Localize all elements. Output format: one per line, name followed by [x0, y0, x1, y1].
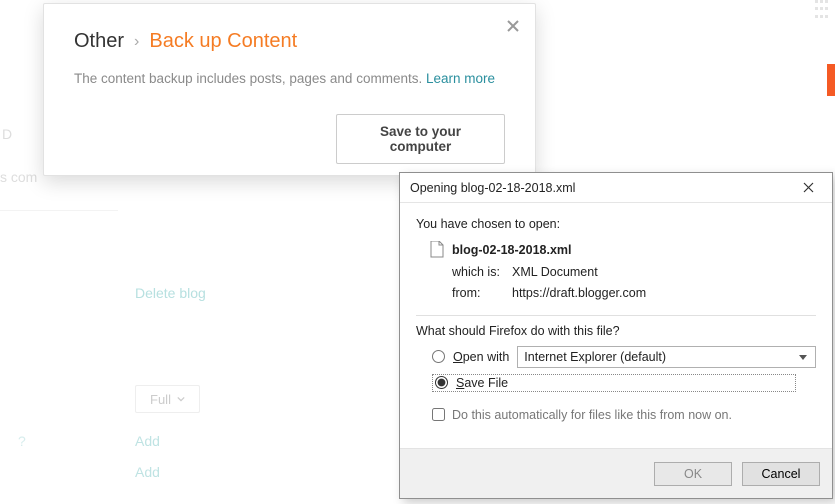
dialog-titlebar[interactable]: Opening blog-02-18-2018.xml [400, 173, 832, 203]
filename: blog-02-18-2018.xml [452, 243, 572, 257]
backup-content-modal: Other › Back up Content The content back… [43, 3, 536, 176]
save-file-label[interactable]: Save File [456, 376, 508, 390]
auto-checkbox[interactable] [432, 408, 445, 421]
full-label: Full [150, 392, 171, 407]
label-rest: pen with [463, 350, 510, 364]
file-icon [430, 241, 444, 258]
faded-text: s com [0, 169, 37, 185]
close-icon [506, 19, 520, 33]
open-with-label[interactable]: Open with [453, 350, 509, 364]
cancel-button[interactable]: Cancel [742, 462, 820, 486]
label-rest: ave File [464, 376, 508, 390]
auto-row: Do this automatically for files like thi… [432, 408, 816, 422]
dialog-footer: OK Cancel [400, 448, 832, 498]
description-text: The content backup includes posts, pages… [74, 71, 426, 86]
full-dropdown[interactable]: Full [135, 385, 200, 413]
breadcrumb-root: Other [74, 30, 124, 53]
ok-button[interactable]: OK [654, 462, 732, 486]
save-file-row: Save File [432, 374, 796, 392]
chosen-text: You have chosen to open: [416, 217, 816, 231]
divider [0, 210, 118, 211]
from-label: from: [452, 283, 512, 304]
action-question: What should Firefox do with this file? [416, 324, 816, 338]
faded-text: D [2, 126, 12, 142]
open-with-radio[interactable] [432, 350, 445, 363]
file-meta: which is:XML Document from:https://draft… [452, 262, 816, 305]
add-link[interactable]: Add [135, 433, 160, 449]
mnemonic: O [453, 350, 463, 364]
modal-description: The content backup includes posts, pages… [74, 71, 505, 86]
dialog-body: You have chosen to open: blog-02-18-2018… [400, 203, 832, 422]
divider [416, 315, 816, 316]
breadcrumb-leaf: Back up Content [149, 30, 297, 53]
action-options: Open with Internet Explorer (default) Sa… [432, 346, 816, 392]
open-with-row: Open with Internet Explorer (default) [432, 346, 816, 368]
help-icon[interactable]: ? [18, 433, 26, 449]
open-with-app: Internet Explorer (default) [524, 350, 666, 364]
file-row: blog-02-18-2018.xml [430, 241, 816, 258]
save-to-computer-button[interactable]: Save to your computer [336, 114, 505, 164]
chevron-right-icon: › [134, 33, 139, 51]
dialog-close-button[interactable] [794, 177, 822, 199]
which-is-value: XML Document [512, 265, 598, 279]
apps-grid-icon[interactable] [815, 0, 835, 20]
breadcrumb: Other › Back up Content [74, 30, 505, 53]
firefox-download-dialog: Opening blog-02-18-2018.xml You have cho… [399, 172, 833, 499]
open-with-select[interactable]: Internet Explorer (default) [517, 346, 816, 368]
learn-more-link[interactable]: Learn more [426, 71, 495, 86]
add-link[interactable]: Add [135, 464, 160, 480]
close-button[interactable] [501, 14, 525, 38]
delete-blog-link[interactable]: Delete blog [135, 285, 206, 301]
chevron-down-icon [177, 395, 185, 403]
from-value: https://draft.blogger.com [512, 286, 646, 300]
which-is-label: which is: [452, 262, 512, 283]
close-icon [803, 182, 814, 193]
orange-accent [827, 64, 835, 96]
auto-label[interactable]: Do this automatically for files like thi… [452, 408, 732, 422]
save-file-radio[interactable] [435, 376, 448, 389]
dialog-title: Opening blog-02-18-2018.xml [410, 181, 575, 195]
